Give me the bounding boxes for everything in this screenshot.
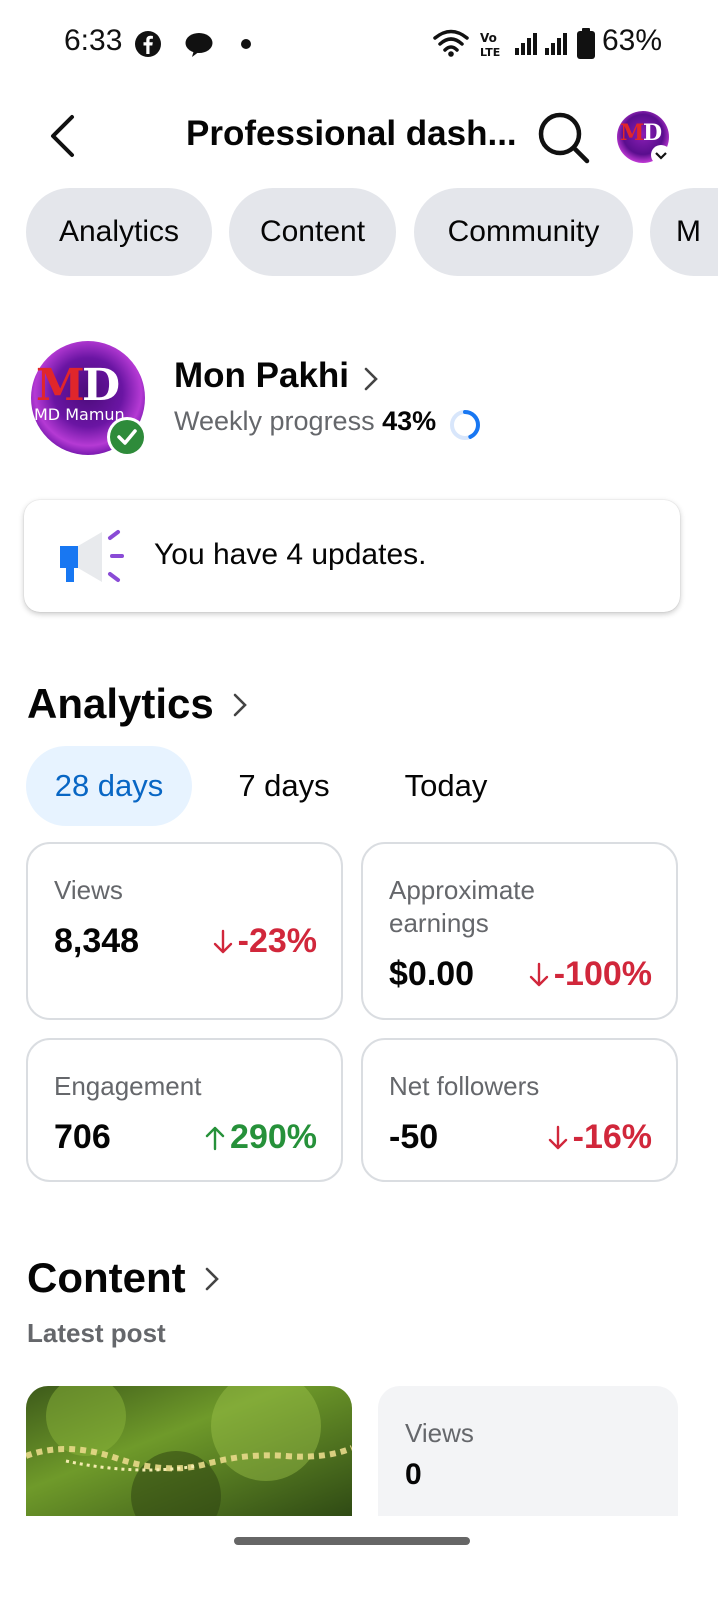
post-image [26, 1386, 352, 1516]
post-views-value: 0 [405, 1458, 422, 1491]
svg-text:Vo: Vo [480, 31, 497, 45]
tab-community[interactable]: Community [414, 188, 633, 276]
status-time: 6:33 [64, 24, 123, 57]
volte-icon: Vo LTE [480, 31, 500, 58]
progress-ring [450, 410, 480, 440]
range-28-days[interactable]: 28 days [26, 746, 192, 826]
arrow-down-icon [529, 962, 548, 986]
signal-icon-1 [515, 33, 537, 55]
tab-analytics[interactable]: Analytics [26, 188, 212, 276]
weekly-progress-label: Weekly progress [174, 406, 375, 436]
signal-icon-2 [545, 33, 567, 55]
search-button[interactable] [534, 108, 594, 168]
stat-card-views[interactable]: Views 8,348 -23% [26, 842, 343, 1020]
chevron-right-icon[interactable] [232, 692, 248, 718]
chevron-right-icon[interactable] [362, 366, 380, 392]
chevron-left-icon [51, 115, 74, 157]
svg-text:MD Mamun: MD Mamun [34, 405, 125, 424]
notification-dot-icon [241, 39, 251, 49]
arrow-down-icon [548, 1125, 567, 1149]
chat-bubble-icon [185, 33, 213, 57]
stat-value: $0.00 [389, 955, 475, 993]
stat-label: Views [54, 875, 123, 905]
svg-text:D: D [643, 120, 662, 146]
account-switcher[interactable]: M D [616, 110, 671, 165]
avatar: M D [617, 111, 671, 165]
tab-content[interactable]: Content [229, 188, 396, 276]
arrow-up-icon [205, 1126, 225, 1150]
dashboard-tabs: Analytics Content Community M [0, 188, 718, 278]
svg-text:D: D [82, 360, 120, 411]
stat-value: 8,348 [54, 922, 140, 960]
stat-change: -23% [212, 922, 317, 961]
battery-icon [577, 28, 595, 59]
battery-percent: 63% [602, 24, 663, 57]
analytics-title[interactable]: Analytics [27, 680, 214, 728]
stat-card-engagement[interactable]: Engagement 706 290% [26, 1038, 343, 1182]
megaphone-icon [60, 530, 124, 582]
stat-label: Engagement [54, 1071, 202, 1101]
status-bar: 6:33 Vo LTE 63% [0, 0, 718, 90]
page-title: Professional dash... [186, 114, 517, 153]
tab-more[interactable]: M [650, 188, 718, 276]
range-7-days[interactable]: 7 days [212, 746, 356, 826]
chevron-right-icon[interactable] [204, 1266, 220, 1292]
weekly-progress-value: 43% [382, 406, 437, 436]
post-views-card: Views 0 [378, 1386, 678, 1516]
latest-post-thumbnail[interactable] [26, 1386, 352, 1516]
stat-card-net-followers[interactable]: Net followers -50 -16% [361, 1038, 678, 1182]
search-icon [538, 112, 590, 164]
profile-avatar[interactable]: M D MD Mamun [30, 340, 148, 458]
stat-card-earnings[interactable]: Approximate earnings $0.00 -100% [361, 842, 678, 1020]
stat-label: Approximate earnings [389, 875, 535, 938]
stat-change: -100% [528, 955, 652, 994]
post-views-label: Views [405, 1418, 474, 1448]
svg-text:M: M [36, 360, 85, 411]
svg-text:LTE: LTE [480, 46, 500, 58]
wifi-icon [433, 29, 469, 57]
range-today[interactable]: Today [376, 746, 516, 826]
back-button[interactable] [38, 108, 86, 164]
stat-value: -50 [389, 1118, 439, 1156]
updates-text: You have 4 updates. [154, 538, 427, 571]
updates-card[interactable]: You have 4 updates. [24, 500, 680, 612]
stat-change: -16% [547, 1118, 652, 1157]
avatar: M D MD Mamun [31, 341, 147, 457]
profile-name[interactable]: Mon Pakhi [174, 356, 349, 396]
facebook-icon [135, 31, 161, 57]
content-title[interactable]: Content [27, 1254, 186, 1302]
header: Professional dash... M D [0, 100, 718, 180]
weekly-progress: Weekly progress 43% [174, 406, 436, 437]
home-indicator[interactable] [234, 1537, 470, 1545]
stat-label: Net followers [389, 1071, 540, 1101]
stat-value: 706 [54, 1118, 111, 1156]
latest-post-label: Latest post [27, 1318, 166, 1348]
arrow-down-icon [213, 929, 232, 953]
svg-text:M: M [620, 120, 644, 146]
stat-change: 290% [204, 1118, 317, 1157]
